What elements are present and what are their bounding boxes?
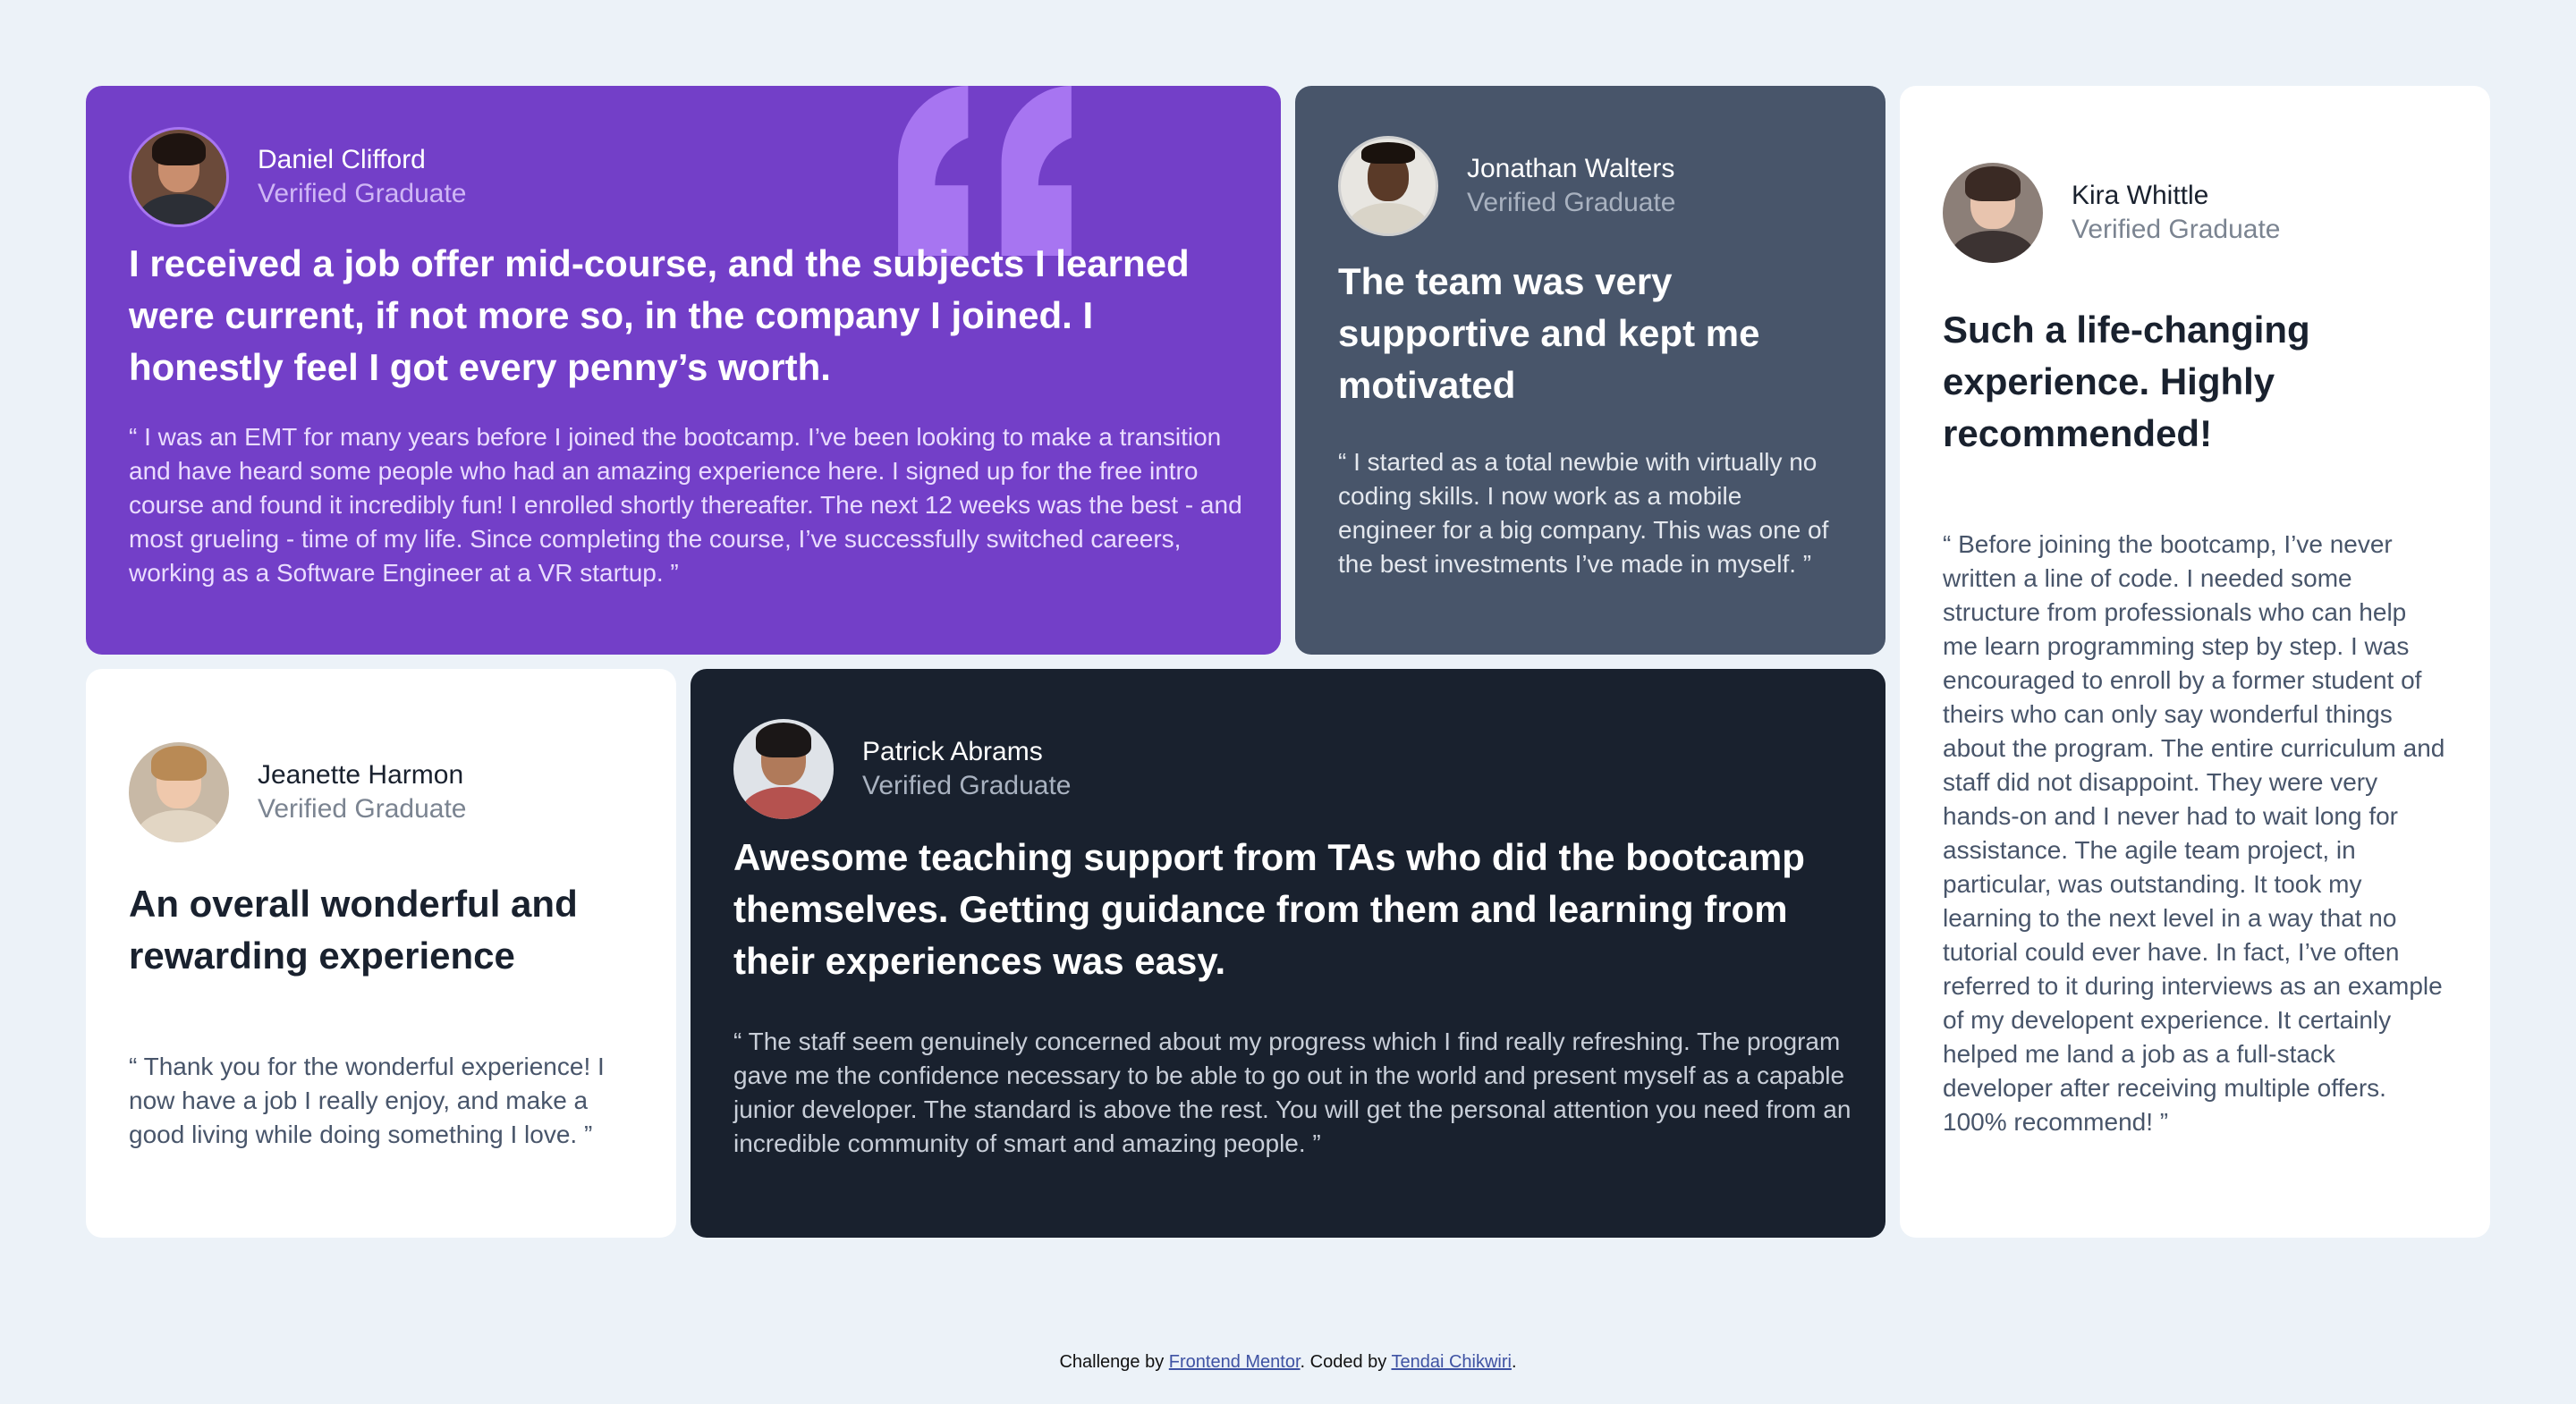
testimonial-card-jeanette: Jeanette Harmon Verified Graduate An ove… [86,669,676,1238]
person-info: Jonathan Walters Verified Graduate [1338,136,1843,236]
attribution: Challenge by Frontend Mentor. Coded by T… [0,1352,2576,1373]
person-name: Jeanette Harmon [258,760,464,790]
avatar [1338,136,1438,236]
avatar [129,127,229,227]
testimonial-card-jonathan: Jonathan Walters Verified Graduate The t… [1295,86,1885,655]
attribution-suffix: . [1511,1352,1517,1372]
person-info: Jeanette Harmon Verified Graduate [129,742,633,842]
testimonial-body: “ I was an EMT for many years before I j… [129,423,1242,587]
person-info: Kira Whittle Verified Graduate [1943,163,2447,263]
attribution-middle: . Coded by [1300,1352,1387,1372]
person-role: Verified Graduate [1467,188,1676,217]
avatar [1943,163,2043,263]
testimonial-body: “ Before joining the bootcamp, I’ve neve… [1943,530,2445,1136]
testimonial-body: “ The staff seem genuinely concerned abo… [733,1028,1852,1157]
avatar [733,719,834,819]
frontend-mentor-link[interactable]: Frontend Mentor [1169,1352,1301,1372]
attribution-prefix: Challenge by [1059,1352,1165,1372]
person-role: Verified Graduate [2072,215,2281,244]
person-name: Daniel Clifford [258,145,426,174]
person-name: Jonathan Walters [1467,154,1675,183]
person-info: Patrick Abrams Verified Graduate [733,719,1843,819]
testimonial-card-patrick: Patrick Abrams Verified Graduate Awesome… [691,669,1885,1238]
testimonial-headline: I received a job offer mid-course, and t… [129,242,1190,388]
person-info: Daniel Clifford Verified Graduate [129,127,1238,227]
testimonial-headline: Such a life-changing experience. Highly … [1943,309,2310,454]
testimonial-headline: An overall wonderful and rewarding exper… [129,883,578,977]
person-role: Verified Graduate [258,179,467,208]
testimonial-card-daniel: Daniel Clifford Verified Graduate I rece… [86,86,1281,655]
author-link[interactable]: Tendai Chikwiri [1391,1352,1512,1372]
testimonial-body: “ Thank you for the wonderful experience… [129,1053,605,1148]
testimonials-grid: Daniel Clifford Verified Graduate I rece… [86,86,2490,1238]
avatar [129,742,229,842]
person-role: Verified Graduate [258,794,467,824]
person-role: Verified Graduate [862,771,1072,800]
testimonial-card-kira: Kira Whittle Verified Graduate Such a li… [1900,86,2490,1238]
testimonial-body: “ I started as a total newbie with virtu… [1338,448,1829,578]
testimonial-headline: Awesome teaching support from TAs who di… [733,836,1805,982]
testimonial-headline: The team was very supportive and kept me… [1338,260,1760,406]
person-name: Patrick Abrams [862,737,1043,766]
person-name: Kira Whittle [2072,181,2209,210]
